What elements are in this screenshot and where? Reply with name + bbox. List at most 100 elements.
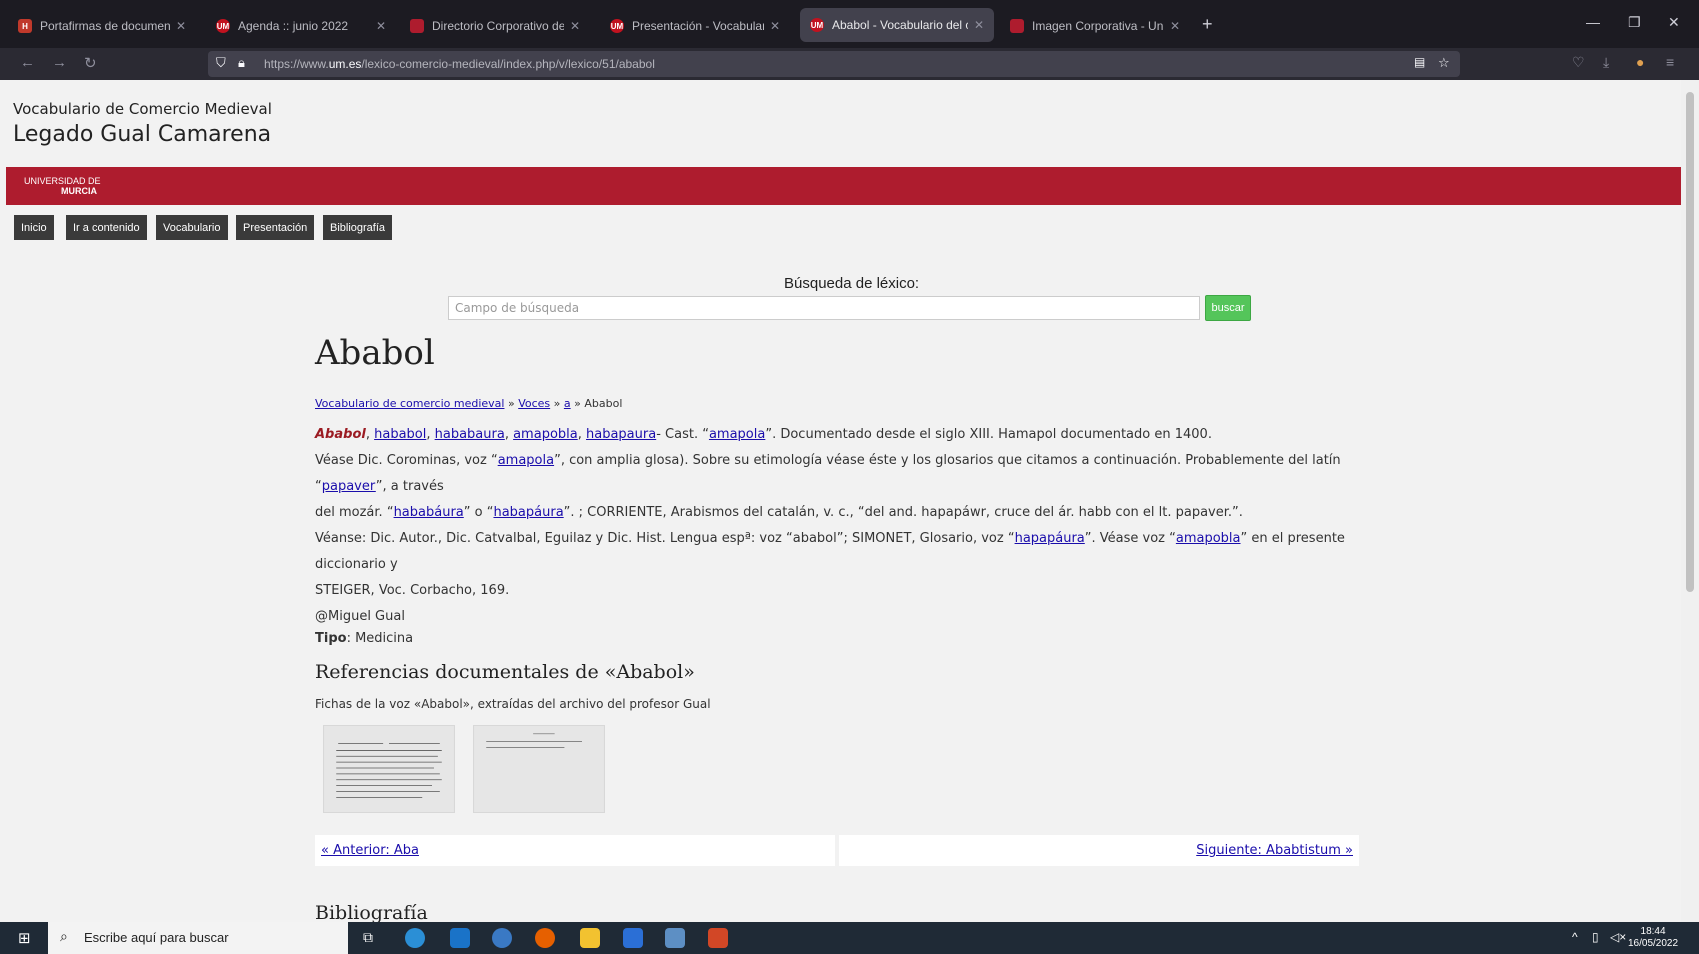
url-text[interactable]: https://www.um.es/lexico-comercio-mediev… [264, 57, 655, 71]
tab-directorio[interactable]: Directorio Corporativo de la Ui ✕ [400, 8, 590, 44]
tipo-value: Medicina [355, 631, 414, 646]
breadcrumb-letter[interactable]: a [564, 397, 571, 410]
restore-icon[interactable]: ❐ [1628, 14, 1641, 31]
forward-icon[interactable]: → [52, 54, 67, 71]
text: ”, a través [375, 479, 444, 494]
back-icon[interactable]: ← [20, 54, 35, 71]
close-tab-icon[interactable]: ✕ [570, 19, 580, 33]
next-entry: Siguiente: Ababtistum » [839, 835, 1359, 866]
university-banner: UNIVERSIDAD DE MURCIA [6, 167, 1681, 205]
hababaura-link[interactable]: hababáura [394, 505, 464, 520]
page-scrollbar[interactable] [1681, 80, 1699, 922]
variant-link[interactable]: hababol [374, 427, 426, 442]
references-title: Referencias documentales de «Ababol» [315, 661, 695, 683]
handwritten-card-1 [324, 726, 454, 812]
reader-view-icon[interactable]: ▤ [1414, 55, 1425, 69]
notes-icon[interactable] [665, 928, 685, 948]
browser-nav-bar: ← → ↻ ⛉ 🔒︎ https://www.um.es/lexico-come… [0, 48, 1699, 80]
minimize-icon[interactable]: — [1586, 14, 1600, 30]
firefox-icon[interactable] [535, 928, 555, 948]
url-bar[interactable]: ⛉ 🔒︎ https://www.um.es/lexico-comercio-m… [208, 51, 1460, 77]
definition-line-3: del mozár. “hababáura” o “habapáura”. ; … [315, 500, 1365, 526]
variant-link[interactable]: hababaura [435, 427, 505, 442]
site-subtitle: Vocabulario de Comercio Medieval [13, 100, 272, 118]
menu-ir-a-contenido[interactable]: Ir a contenido [66, 215, 147, 240]
um-favicon-icon [1010, 19, 1024, 33]
tab-title: Ababol - Vocabulario del come [832, 18, 968, 32]
breadcrumb-sep: » [570, 397, 585, 410]
breadcrumb-vocabulario[interactable]: Vocabulario de comercio medieval [315, 397, 504, 410]
site-title[interactable]: Legado Gual Camarena [13, 122, 272, 147]
shield-icon[interactable]: ⛉ [216, 55, 226, 71]
text: Véanse: Dic. Autor., Dic. Catvalbal, Egu… [315, 531, 1015, 546]
clock-date: 16/05/2022 [1628, 938, 1679, 949]
taskbar-search-placeholder: Escribe aquí para buscar [84, 930, 229, 945]
amapola-link[interactable]: amapola [498, 453, 554, 468]
pocket-icon[interactable]: ♡ [1572, 54, 1585, 71]
document-card-image[interactable] [323, 725, 455, 813]
um-favicon-icon: UM [810, 18, 824, 32]
headword: Ababol [315, 427, 366, 442]
downloads-icon[interactable]: ⤓ [1603, 54, 1609, 71]
url-prefix: https://www. [264, 57, 329, 71]
tab-portafirmas[interactable]: H Portafirmas de documentos ele ✕ [8, 8, 196, 44]
close-tab-icon[interactable]: ✕ [376, 19, 386, 33]
menu-presentacion[interactable]: Presentación [236, 215, 315, 240]
um-favicon-icon: UM [216, 19, 230, 33]
url-path: /lexico-comercio-medieval/index.php/v/le… [361, 57, 655, 71]
taskbar-search[interactable]: ⌕ Escribe aquí para buscar [48, 922, 348, 954]
word-icon[interactable] [623, 928, 643, 948]
variant-link[interactable]: habapaura [586, 427, 656, 442]
um-logo[interactable]: UNIVERSIDAD DE MURCIA [24, 176, 101, 196]
papaver-link[interactable]: papaver [322, 479, 376, 494]
text: ”. Documentado desde el siglo XIII. Hama… [765, 427, 1212, 442]
portafirmas-favicon-icon: H [18, 19, 32, 33]
edge-icon[interactable] [405, 928, 425, 948]
um-favicon-icon: UM [610, 19, 624, 33]
next-entry-link[interactable]: Siguiente: Ababtistum » [1196, 843, 1353, 858]
tab-agenda[interactable]: UM Agenda :: junio 2022 ✕ [206, 8, 396, 44]
search-input[interactable]: Campo de búsqueda [448, 296, 1200, 320]
tray-chevron-icon[interactable]: ^ [1572, 930, 1578, 944]
file-explorer-icon[interactable] [580, 928, 600, 948]
menu-vocabulario[interactable]: Vocabulario [156, 215, 228, 240]
bookmark-star-icon[interactable]: ☆ [1438, 55, 1450, 71]
close-window-icon[interactable]: ✕ [1668, 14, 1680, 31]
scrollbar-thumb[interactable] [1686, 92, 1694, 592]
document-card-image[interactable] [473, 725, 605, 813]
teams-icon[interactable] [492, 928, 512, 948]
battery-icon[interactable]: ▯ [1592, 930, 1599, 944]
close-tab-icon[interactable]: ✕ [974, 18, 984, 32]
page-title: Ababol [315, 333, 435, 373]
variant-link[interactable]: amapobla [513, 427, 578, 442]
powerpoint-icon[interactable] [708, 928, 728, 948]
hapapaura-link[interactable]: hapapáura [1015, 531, 1085, 546]
mail-icon[interactable] [450, 928, 470, 948]
amapobla-link[interactable]: amapobla [1176, 531, 1241, 546]
prev-entry-link[interactable]: « Anterior: Aba [321, 843, 419, 858]
menu-icon[interactable]: ≡ [1666, 54, 1674, 70]
text: - Cast. “ [656, 427, 709, 442]
amapola-link[interactable]: amapola [709, 427, 765, 442]
close-tab-icon[interactable]: ✕ [176, 19, 186, 33]
tab-presentacion[interactable]: UM Presentación - Vocabulario del ✕ [600, 8, 790, 44]
close-tab-icon[interactable]: ✕ [1170, 19, 1180, 33]
account-icon[interactable]: ● [1636, 54, 1644, 70]
reload-icon[interactable]: ↻ [84, 54, 97, 72]
lock-icon[interactable]: 🔒︎ [238, 55, 245, 71]
close-tab-icon[interactable]: ✕ [770, 19, 780, 33]
breadcrumb-voces[interactable]: Voces [518, 397, 550, 410]
habapaura-link[interactable]: habapáura [493, 505, 563, 520]
taskbar-clock[interactable]: 18:44 16/05/2022 [1628, 926, 1678, 950]
volume-muted-icon[interactable]: ◁× [1610, 930, 1626, 944]
tab-ababol[interactable]: UM Ababol - Vocabulario del come ✕ [800, 8, 994, 42]
text: ”. ; CORRIENTE, Arabismos del catalán, v… [563, 505, 1243, 520]
new-tab-icon[interactable]: + [1202, 14, 1213, 35]
tab-imagen-corporativa[interactable]: Imagen Corporativa - Universi ✕ [1000, 8, 1190, 44]
task-view-icon[interactable]: ⧉ [363, 929, 373, 946]
search-button[interactable]: buscar [1205, 295, 1251, 321]
menu-bibliografia[interactable]: Bibliografía [323, 215, 393, 240]
menu-inicio[interactable]: Inicio [14, 215, 54, 240]
text: ” o “ [463, 505, 494, 520]
windows-start-icon[interactable]: ⊞ [18, 929, 31, 947]
